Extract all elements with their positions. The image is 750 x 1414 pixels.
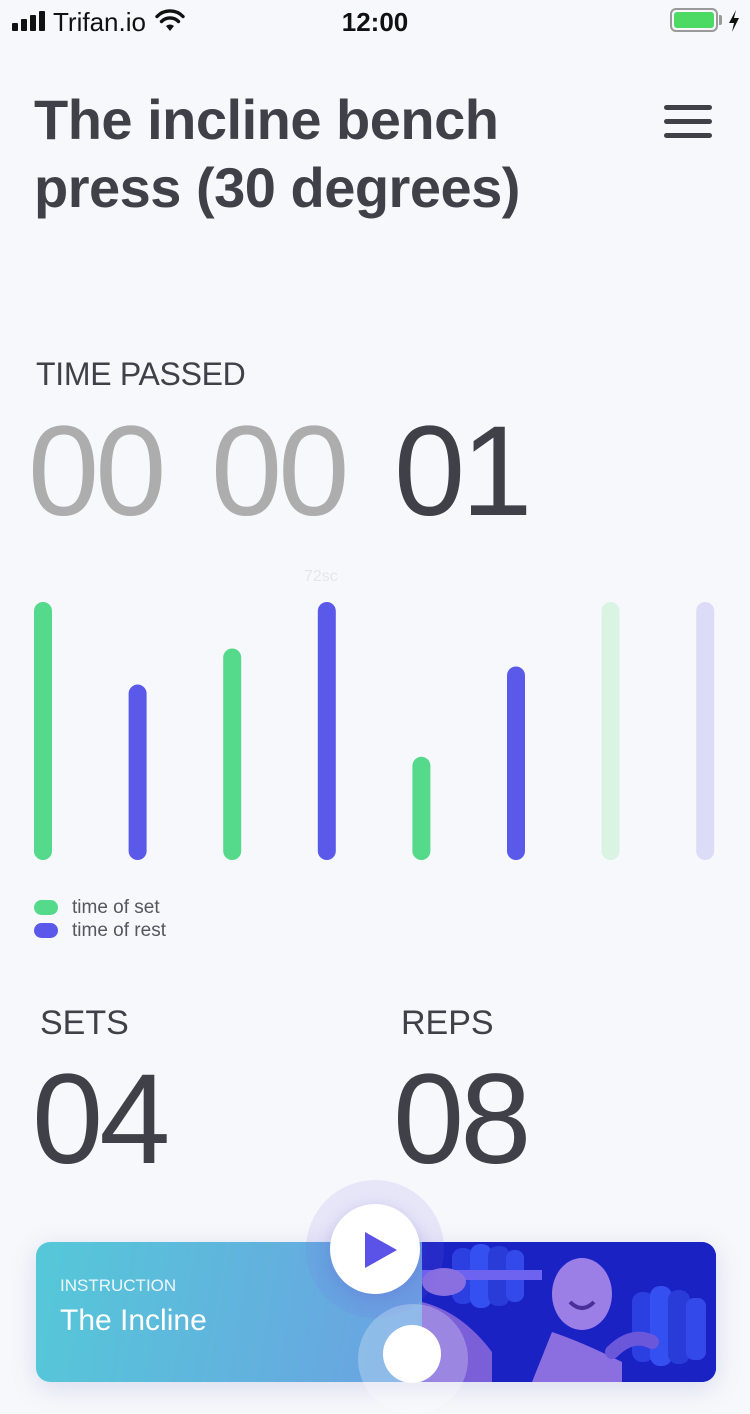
menu-line-icon — [664, 119, 712, 124]
chart-bar — [128, 684, 147, 860]
timer-seconds: 01 — [394, 400, 532, 543]
chart-bar — [317, 602, 336, 860]
status-clock: 12:00 — [341, 7, 409, 37]
sets-label: SETS — [40, 1004, 129, 1042]
set-rest-bar-chart — [34, 602, 715, 860]
chart-bar — [223, 648, 242, 860]
reps-label: REPS — [401, 1004, 494, 1042]
menu-line-icon — [664, 105, 712, 110]
legend-label: time of rest — [72, 919, 166, 941]
hamburger-menu-button[interactable] — [662, 102, 714, 142]
chart-legend: time of set time of rest — [34, 896, 166, 942]
chart-bar — [412, 756, 431, 860]
reps-value: 08 — [393, 1048, 531, 1191]
chart-bar — [601, 602, 620, 860]
timer-minutes: 00 — [211, 400, 349, 543]
battery-icon — [670, 8, 718, 32]
card-kicker: INSTRUCTION — [60, 1276, 177, 1295]
card-title: The Incline — [60, 1304, 207, 1337]
battery-level — [674, 12, 714, 28]
charging-bolt-icon — [729, 10, 739, 32]
page-title: The incline bench press (30 degrees) — [34, 88, 520, 219]
legend-item: time of rest — [34, 919, 166, 942]
legend-swatch — [34, 900, 58, 915]
status-bar: Trifan.io 12:00 — [0, 0, 750, 42]
sets-value: 04 — [32, 1048, 170, 1191]
chart-bar — [507, 666, 525, 860]
battery-cap — [719, 15, 722, 25]
time-passed-label: TIME PASSED — [36, 356, 246, 392]
chart-bar — [34, 602, 52, 860]
play-icon — [365, 1232, 397, 1268]
chart-bar — [696, 602, 715, 860]
play-button[interactable] — [330, 1204, 420, 1294]
legend-item: time of set — [34, 896, 166, 919]
legend-label: time of set — [72, 896, 160, 918]
menu-line-icon — [664, 133, 712, 138]
legend-swatch — [34, 923, 58, 938]
timer-hours: 00 — [28, 400, 166, 543]
